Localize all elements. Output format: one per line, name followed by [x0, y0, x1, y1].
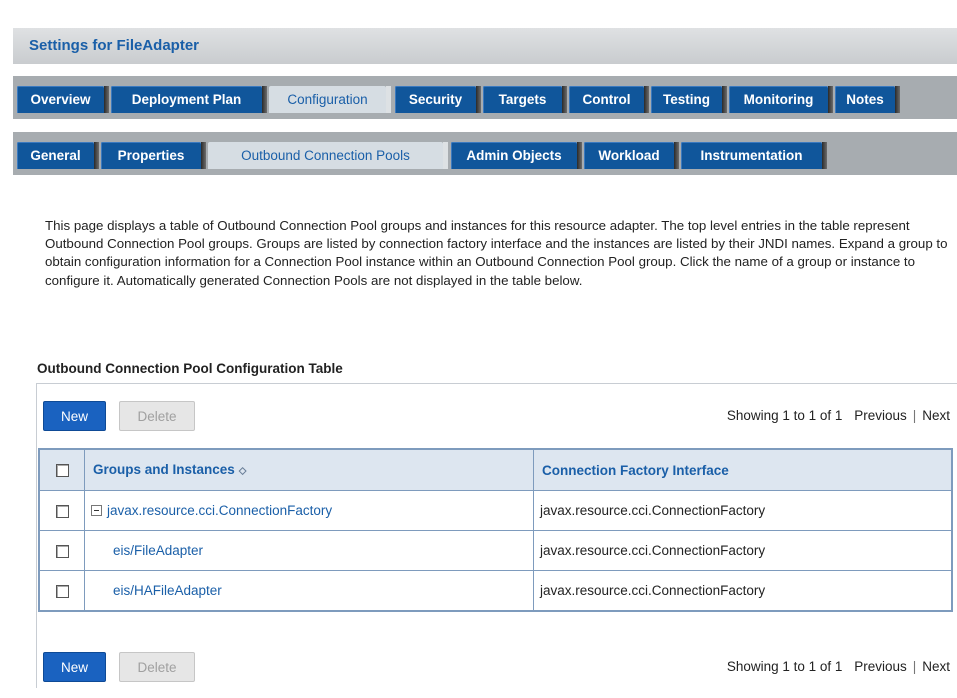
showing-count: Showing 1 to 1 of 1 — [726, 408, 843, 423]
tab-notes[interactable]: Notes — [835, 86, 900, 113]
tab-control[interactable]: Control — [569, 86, 649, 113]
instance-name-cell: eis/HAFileAdapter — [84, 570, 534, 612]
page-title: Settings for FileAdapter — [29, 37, 200, 54]
collapse-minus-icon[interactable] — [91, 504, 102, 516]
tab-overview[interactable]: Overview — [17, 86, 109, 113]
table-row: eis/HAFileAdapter javax.resource.cci.Con… — [38, 570, 953, 612]
main-tabstrip: Overview Deployment Plan Configuration S… — [13, 76, 957, 119]
row-select-cell — [38, 530, 85, 571]
tab-configuration[interactable]: Configuration — [269, 86, 391, 113]
tab-admin-objects[interactable]: Admin Objects — [451, 142, 582, 169]
showing-count: Showing 1 to 1 of 1 — [726, 659, 843, 674]
settings-header: Settings for FileAdapter — [13, 28, 957, 64]
select-all-checkbox[interactable] — [55, 464, 69, 478]
column-header-interface: Connection Factory Interface — [533, 448, 953, 491]
tab-monitoring[interactable]: Monitoring — [729, 86, 833, 113]
tab-testing[interactable]: Testing — [651, 86, 727, 113]
delete-button-top[interactable]: Delete — [119, 401, 195, 431]
tab-instrumentation[interactable]: Instrumentation — [681, 142, 827, 169]
sort-ascending-icon[interactable]: ⬦︎ — [239, 465, 247, 477]
previous-link[interactable]: Previous — [854, 408, 907, 423]
row-select-cell — [38, 570, 85, 612]
interface-cell: javax.resource.cci.ConnectionFactory — [533, 570, 953, 612]
tab-targets[interactable]: Targets — [483, 86, 567, 113]
instance-name-cell: eis/FileAdapter — [84, 530, 534, 571]
interface-cell: javax.resource.cci.ConnectionFactory — [533, 530, 953, 571]
column-label-groups[interactable]: Groups and Instances — [93, 462, 235, 477]
delete-button-bottom[interactable]: Delete — [119, 652, 195, 682]
paging-separator: | — [912, 659, 917, 674]
tab-security[interactable]: Security — [395, 86, 481, 113]
column-label-interface: Connection Factory Interface — [542, 462, 729, 478]
tab-workload[interactable]: Workload — [584, 142, 679, 169]
paging-top: Showing 1 to 1 of 1 Previous | Next — [727, 408, 950, 423]
row-checkbox[interactable] — [55, 544, 69, 558]
new-button-bottom[interactable]: New — [43, 652, 106, 682]
select-all-cell — [38, 448, 85, 491]
table-row: javax.resource.cci.ConnectionFactory jav… — [38, 490, 953, 531]
page-description: This page displays a table of Outbound C… — [45, 218, 948, 288]
tab-deployment-plan[interactable]: Deployment Plan — [111, 86, 267, 113]
previous-link[interactable]: Previous — [854, 659, 907, 674]
next-link[interactable]: Next — [922, 659, 950, 674]
group-name-cell: javax.resource.cci.ConnectionFactory — [84, 490, 534, 531]
row-checkbox[interactable] — [55, 584, 69, 598]
next-link[interactable]: Next — [922, 408, 950, 423]
instance-link[interactable]: eis/FileAdapter — [113, 543, 203, 558]
interface-cell: javax.resource.cci.ConnectionFactory — [533, 490, 953, 531]
table-row: eis/FileAdapter javax.resource.cci.Conne… — [38, 530, 953, 571]
group-link[interactable]: javax.resource.cci.ConnectionFactory — [107, 503, 332, 518]
row-select-cell — [38, 490, 85, 531]
column-header-groups[interactable]: Groups and Instances ⬦︎ — [84, 448, 534, 491]
connection-pool-table: Groups and Instances ⬦︎ Connection Factor… — [38, 448, 953, 612]
paging-bottom: Showing 1 to 1 of 1 Previous | Next — [727, 659, 950, 674]
sub-tabstrip: General Properties Outbound Connection P… — [13, 132, 957, 175]
instance-link[interactable]: eis/HAFileAdapter — [113, 583, 222, 598]
tab-outbound-connection-pools[interactable]: Outbound Connection Pools — [208, 142, 448, 169]
new-button-top[interactable]: New — [43, 401, 106, 431]
row-checkbox[interactable] — [55, 504, 69, 518]
tab-properties[interactable]: Properties — [101, 142, 206, 169]
paging-separator: | — [912, 408, 917, 423]
table-title: Outbound Connection Pool Configuration T… — [37, 361, 343, 376]
table-header-row: Groups and Instances ⬦︎ Connection Factor… — [38, 448, 953, 491]
tab-general[interactable]: General — [17, 142, 99, 169]
